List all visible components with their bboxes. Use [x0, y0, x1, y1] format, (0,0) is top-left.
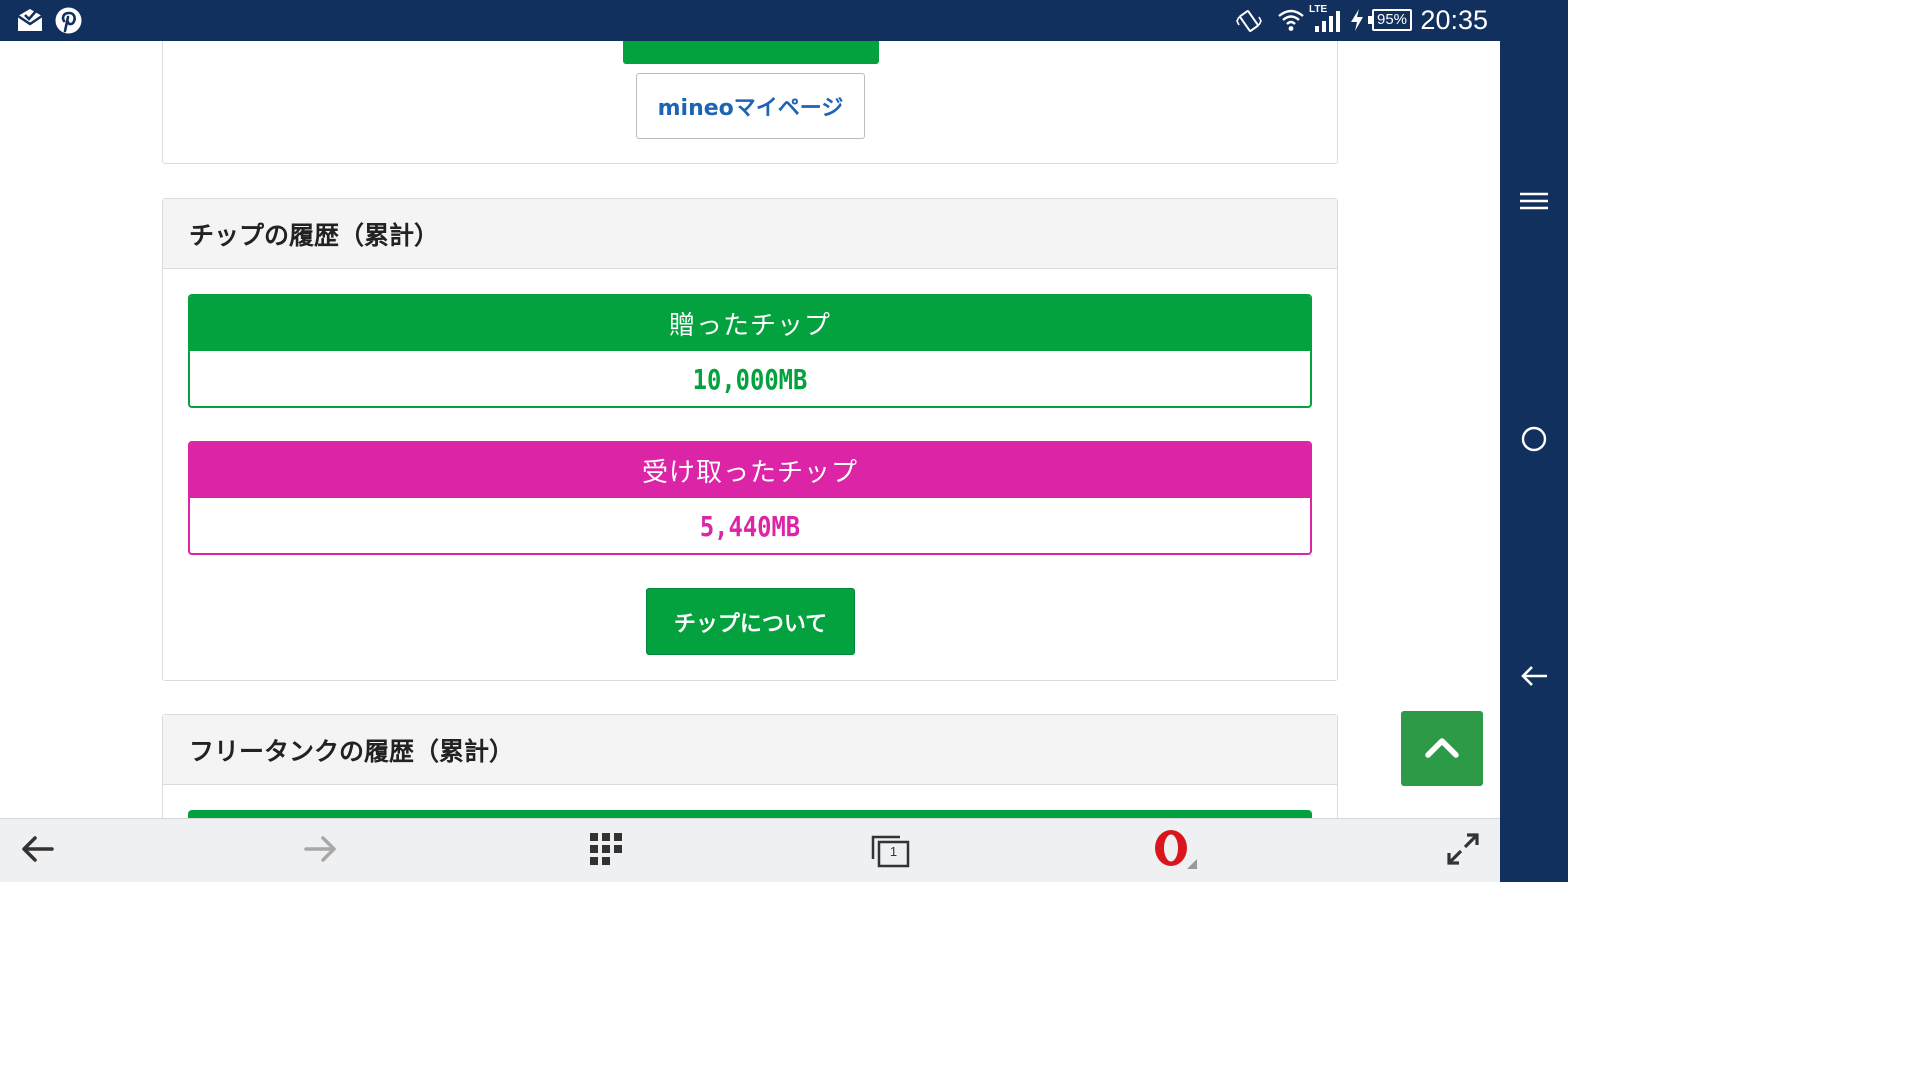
tips-history-title: チップの履歴（累計）	[163, 199, 1337, 269]
charging-icon	[1350, 9, 1364, 35]
wifi-icon	[1277, 8, 1305, 36]
tab-count: 1	[889, 844, 898, 859]
mail-icon	[16, 7, 44, 37]
top-green-button[interactable]	[623, 41, 879, 64]
fullscreen-button[interactable]	[1441, 829, 1485, 873]
recents-button[interactable]	[1516, 185, 1552, 221]
back-arrow-icon	[20, 835, 54, 867]
scroll-to-top-button[interactable]	[1401, 711, 1483, 786]
back-icon	[1520, 664, 1548, 692]
sent-tips-value: 10,000MB	[692, 363, 808, 396]
system-nav-bar	[1500, 0, 1568, 882]
sent-tips-box: 贈ったチップ 10,000MB	[188, 294, 1312, 408]
status-bar: LTE 95% 20:35	[0, 0, 1500, 41]
forward-arrow-icon	[304, 835, 338, 867]
home-button[interactable]	[1516, 423, 1552, 459]
page-content: mineoマイページ チップの履歴（累計） 贈ったチップ 10,000MB 受け…	[0, 41, 1500, 818]
speed-dial-button[interactable]	[584, 829, 628, 873]
sent-tips-label: 贈ったチップ	[190, 296, 1310, 351]
mypage-card: mineoマイページ	[162, 41, 1338, 164]
about-tips-button[interactable]: チップについて	[646, 588, 855, 655]
speed-dial-icon	[590, 833, 622, 869]
menu-icon	[1519, 191, 1549, 215]
signal-icon	[1313, 10, 1341, 36]
forward-button[interactable]	[299, 829, 343, 873]
home-icon	[1520, 425, 1548, 457]
received-tips-value: 5,440MB	[699, 510, 801, 543]
received-tips-label: 受け取ったチップ	[190, 443, 1310, 498]
received-tips-box: 受け取ったチップ 5,440MB	[188, 441, 1312, 555]
chevron-up-icon	[1425, 736, 1459, 762]
battery-indicator: 95%	[1368, 9, 1412, 31]
opera-menu-icon	[1151, 828, 1197, 874]
vibrate-icon	[1236, 9, 1262, 37]
opera-menu-button[interactable]	[1151, 828, 1197, 874]
tips-history-card: チップの履歴（累計） 贈ったチップ 10,000MB 受け取ったチップ 5,44…	[162, 198, 1338, 681]
tabs-button[interactable]: 1	[868, 829, 912, 873]
mineo-mypage-button[interactable]: mineoマイページ	[636, 73, 865, 139]
free-tank-stat-header	[188, 810, 1312, 818]
free-tank-card: フリータンクの履歴（累計）	[162, 714, 1338, 818]
pinterest-icon	[55, 7, 82, 38]
fullscreen-icon	[1447, 833, 1479, 869]
browser-toolbar: 1	[0, 818, 1500, 882]
back-button[interactable]	[15, 829, 59, 873]
status-time: 20:35	[1420, 5, 1488, 35]
free-tank-title: フリータンクの履歴（累計）	[163, 715, 1337, 785]
system-back-button[interactable]	[1516, 660, 1552, 696]
tabs-icon: 1	[870, 834, 910, 868]
